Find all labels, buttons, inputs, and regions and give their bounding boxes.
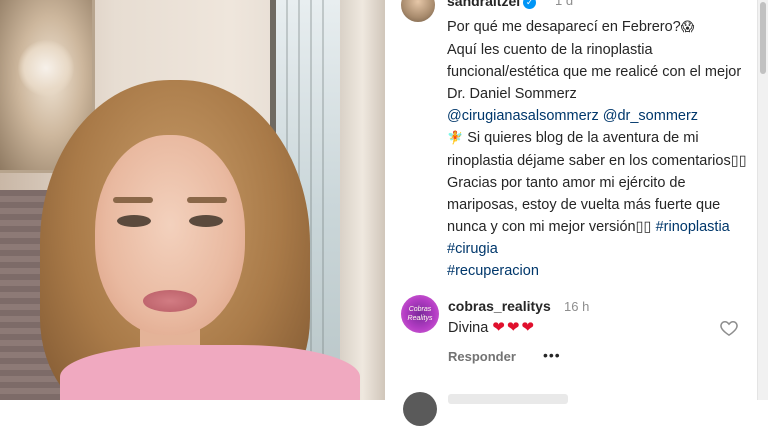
next-commenter-avatar[interactable] [403, 392, 437, 426]
left-eye [117, 215, 151, 227]
hashtag-recuperacion[interactable]: #recuperacion [447, 263, 539, 279]
mention-cirugianasalsommerz[interactable]: @cirugianasalsommerz [447, 108, 599, 124]
post-caption: Por qué me desaparecí en Febrero?😱 Aquí … [447, 16, 747, 282]
hearts-emoji: ❤❤❤ [492, 318, 537, 336]
left-eyebrow [113, 197, 153, 203]
painting-flower [18, 40, 74, 96]
person-pink-top [60, 345, 360, 400]
caption-author[interactable]: sandraitzel ✓ [447, 0, 537, 9]
right-eyebrow [187, 197, 227, 203]
comment-body: Divina [448, 320, 489, 336]
background-curtain [340, 0, 385, 400]
heart-outline-icon[interactable] [719, 318, 739, 338]
hashtag-rinoplastia[interactable]: #rinoplastia [656, 219, 730, 235]
comment-author[interactable]: cobras_realitys [448, 298, 551, 314]
person-lips [143, 290, 197, 312]
hashtag-cirugia[interactable]: #cirugia [447, 241, 498, 257]
fairy-emoji: 🧚 [447, 131, 464, 146]
page-scrollbar[interactable] [757, 0, 768, 400]
reply-button[interactable]: Responder [448, 349, 516, 364]
comments-panel: sandraitzel ✓ 1 d Por qué me desaparecí e… [385, 0, 757, 426]
more-horizontal-icon[interactable]: ••• [543, 347, 561, 363]
mention-dr-sommerz[interactable]: @dr_sommerz [603, 108, 698, 124]
scrollbar-thumb[interactable] [760, 2, 766, 74]
caption-body: Aquí les cuento de la rinoplastia funcio… [447, 42, 746, 102]
next-comment-placeholder [448, 394, 568, 404]
caption-time: 1 d [555, 0, 574, 8]
comment-text: Divina ❤❤❤ [448, 318, 536, 336]
person-face [95, 135, 245, 335]
comment-time: 16 h [564, 299, 590, 314]
caption-line1: Por qué me desaparecí en Febrero? [447, 19, 681, 35]
caption-author-name[interactable]: sandraitzel [447, 0, 520, 9]
caption-body2: Si quieres blog de la aventura de mi rin… [447, 130, 731, 169]
right-eye [189, 215, 223, 227]
missing-glyph-2: ▯▯ [635, 219, 652, 235]
post-video[interactable] [0, 0, 385, 400]
scream-emoji: 😱 [680, 20, 695, 35]
verified-badge-icon: ✓ [523, 0, 537, 9]
missing-glyph-1: ▯▯ [730, 153, 747, 169]
author-avatar[interactable] [401, 0, 435, 22]
commenter-avatar[interactable]: Cobras Realitys [401, 295, 439, 333]
